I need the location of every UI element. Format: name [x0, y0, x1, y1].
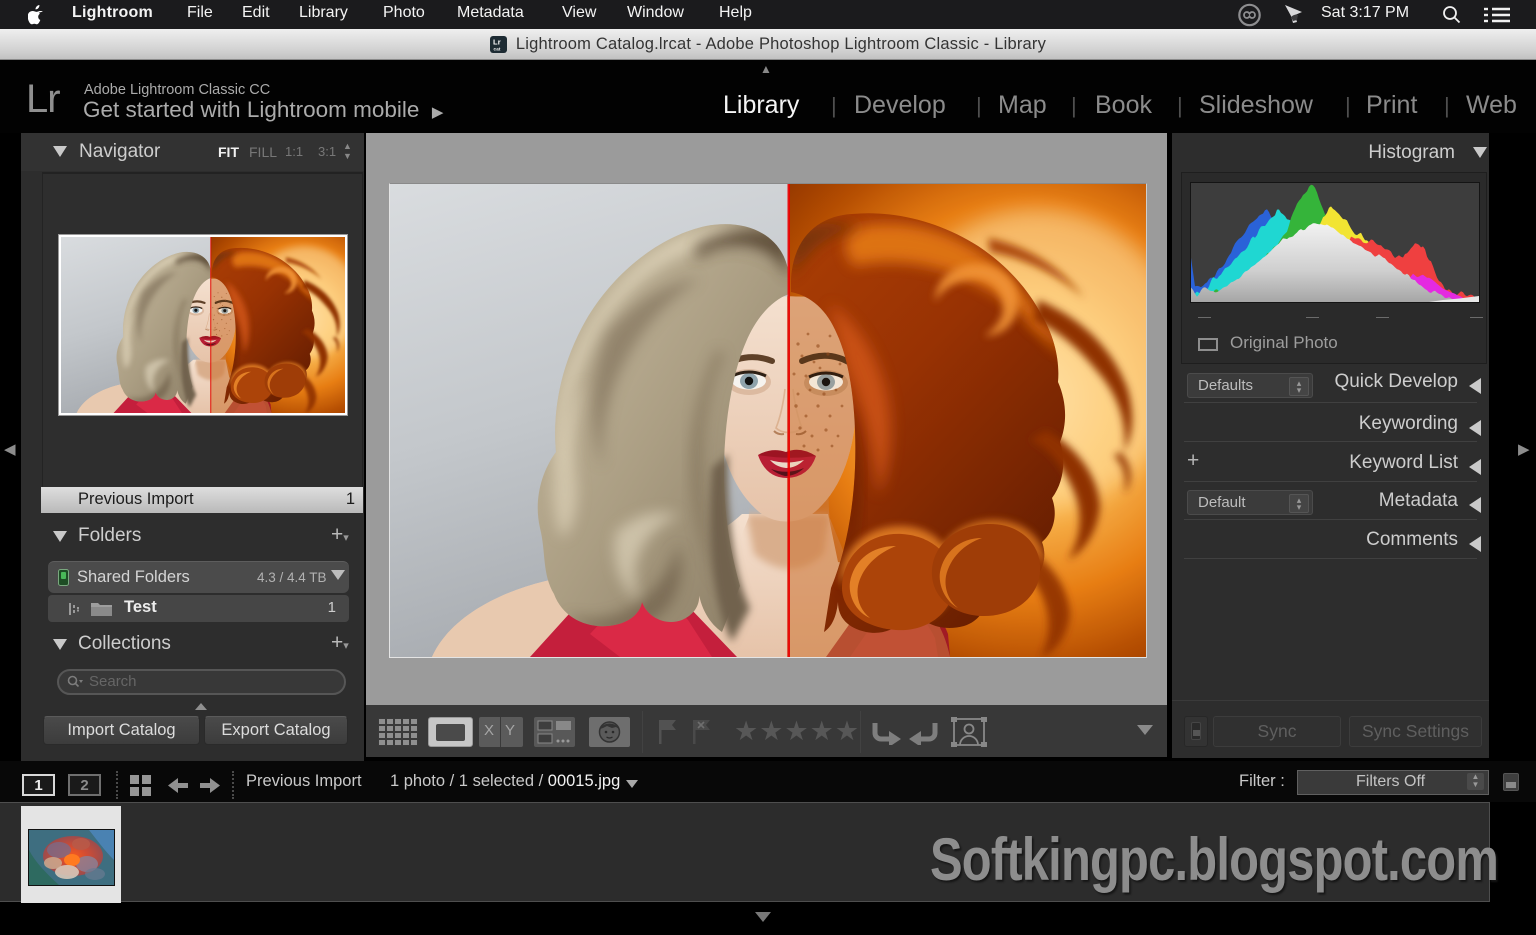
svg-text:cat: cat [493, 47, 500, 52]
svg-text:Lr: Lr [493, 38, 501, 47]
